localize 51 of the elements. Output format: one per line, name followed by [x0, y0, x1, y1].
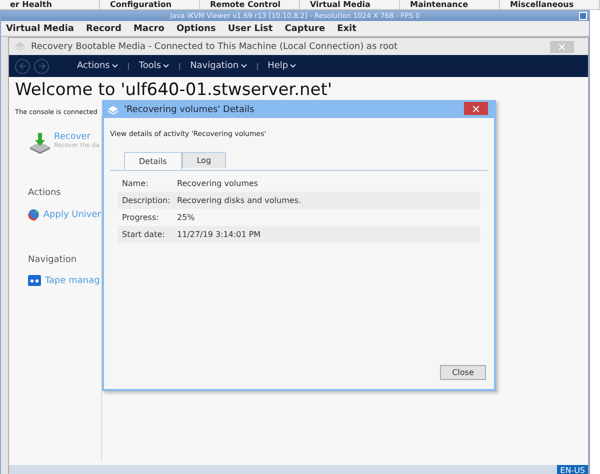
back-arrow-icon: [18, 62, 26, 70]
close-button[interactable]: [579, 12, 587, 20]
download-drive-icon: [29, 132, 51, 154]
field-value: 25%: [177, 213, 195, 222]
field-label: Progress:: [122, 213, 160, 222]
background-tab[interactable]: Remote Control: [200, 0, 300, 9]
caret-icon: [163, 64, 170, 68]
forward-button[interactable]: [34, 58, 49, 74]
background-tab[interactable]: Maintenance: [400, 0, 500, 9]
close-icon: [473, 106, 479, 112]
nav-menu[interactable]: Help: [262, 61, 302, 71]
nav-menu[interactable]: Actions: [71, 61, 124, 71]
dialog-title: 'Recovering volumes' Details: [124, 105, 254, 115]
field-label: Start date:: [122, 230, 166, 239]
nav-menu[interactable]: Tools: [132, 61, 176, 71]
menu-item[interactable]: Macro: [133, 24, 164, 34]
field-label: Description:: [122, 196, 172, 205]
layers-icon: [15, 42, 25, 51]
caret-icon: [290, 64, 296, 68]
field-label: Name:: [122, 179, 150, 188]
field-value: Recovering volumes: [177, 179, 258, 188]
section-title: Actions: [28, 188, 62, 198]
close-button[interactable]: Close: [440, 365, 486, 380]
welcome-heading: Welcome to 'ulf640-01.stwserver.net': [15, 80, 334, 100]
forward-arrow-icon: [38, 62, 46, 70]
app-title: Recovery Bootable Media - Connected to This Machine (Local Connection) as root: [31, 42, 399, 52]
background-tab[interactable]: Configuration: [100, 0, 200, 9]
tape-icon: [28, 275, 41, 286]
section-title: Navigation: [28, 255, 78, 265]
close-button[interactable]: [464, 102, 488, 115]
close-icon: [559, 44, 565, 50]
caret-icon: [112, 64, 118, 68]
field-value: 11/27/19 3:14:01 PM: [177, 230, 261, 239]
tab[interactable]: Log: [182, 152, 226, 168]
menu-item[interactable]: Virtual Media: [6, 24, 74, 34]
caret-icon: [240, 64, 247, 68]
locale-indicator: EN-US: [557, 465, 588, 474]
menu-item[interactable]: Options: [176, 24, 216, 34]
menu-item[interactable]: Capture: [284, 24, 326, 34]
background-tab[interactable]: Miscellaneous: [500, 0, 600, 9]
menu-item[interactable]: User List: [228, 24, 273, 34]
field-value: Recovering disks and volumes.: [177, 196, 302, 205]
nav-menu[interactable]: Navigation: [184, 61, 253, 71]
background-tab[interactable]: er Health: [0, 0, 100, 9]
layers-icon: [108, 106, 118, 114]
menu-item[interactable]: Record: [86, 24, 122, 34]
back-button[interactable]: [15, 58, 30, 74]
background-tab[interactable]: Virtual Media: [300, 0, 400, 9]
globe-icon: [28, 208, 40, 221]
tab[interactable]: Details: [124, 152, 182, 170]
menu-item[interactable]: Exit: [337, 24, 356, 34]
